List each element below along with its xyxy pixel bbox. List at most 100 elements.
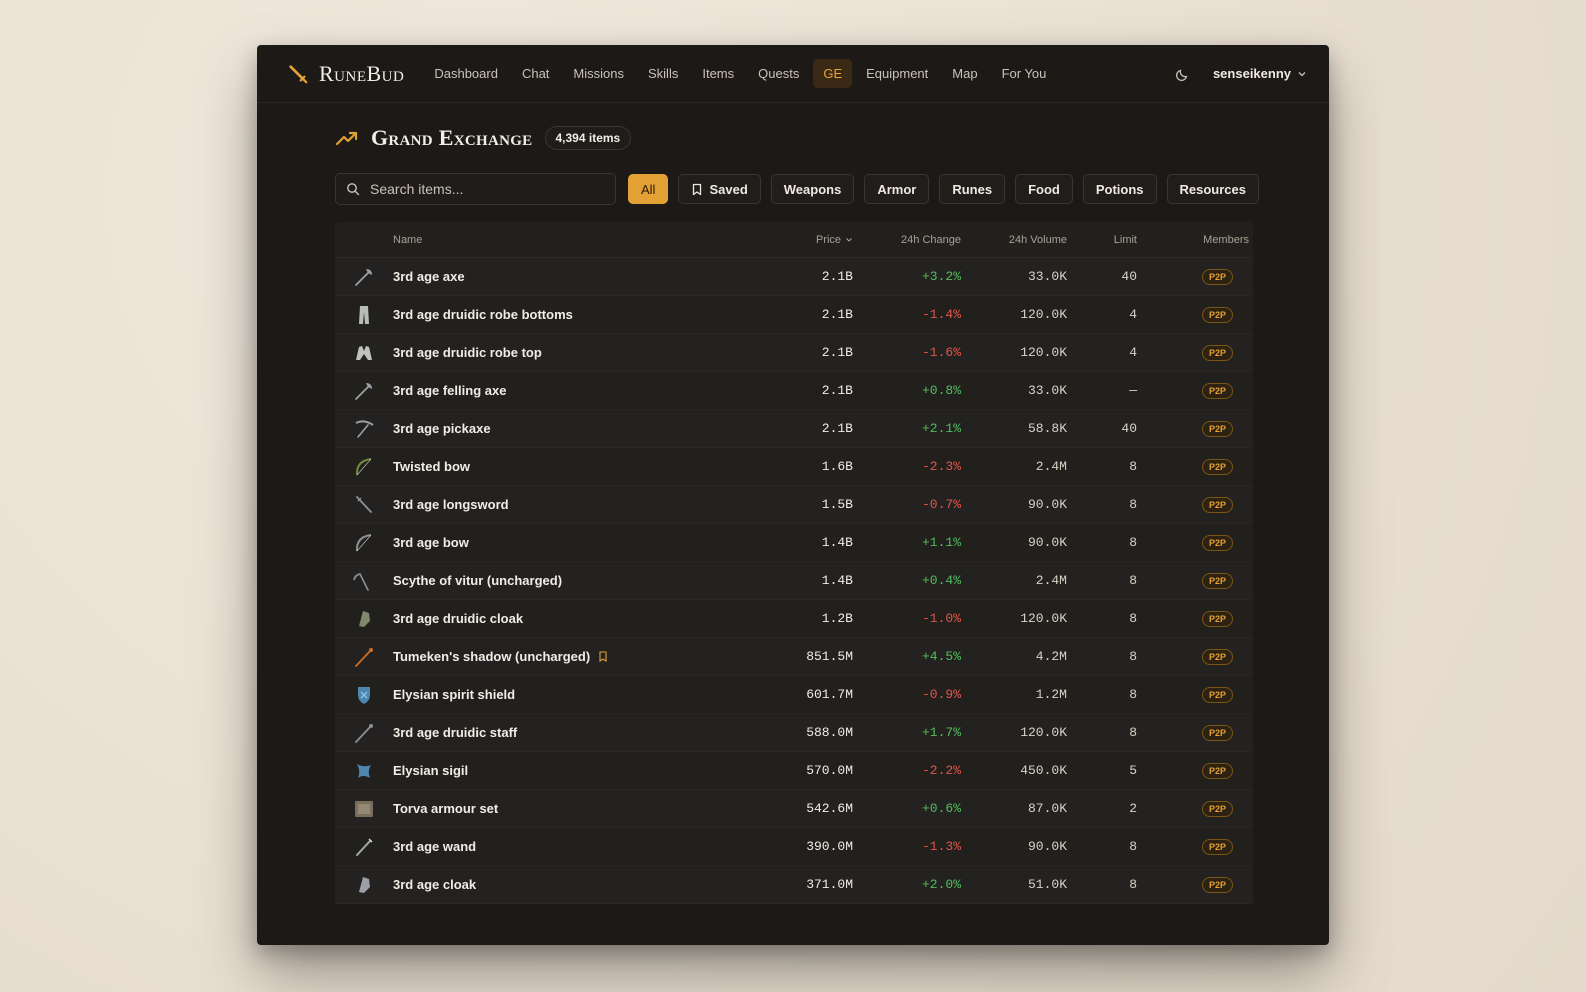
nav-item-missions[interactable]: Missions [563,59,634,88]
item-price: 1.4B [821,573,853,588]
header-members[interactable]: Members [1137,234,1253,246]
item-name: Scythe of vitur (uncharged) [393,573,563,588]
nav-item-equipment[interactable]: Equipment [856,59,938,88]
search-box[interactable] [335,173,616,205]
filter-label: Potions [1095,181,1144,197]
header-price-label: Price [815,233,841,246]
item-name: 3rd age felling axe [393,383,507,398]
item-price: 542.6M [806,801,853,816]
filter-resources[interactable]: Resources [1166,174,1259,204]
item-members-cell: P2P [1137,572,1253,589]
item-volume: 120.0K [1020,725,1067,740]
table-row[interactable]: 3rd age druidic robe bottoms 2.1B -1.4% … [335,296,1253,334]
search-input[interactable] [370,181,605,197]
p2p-badge: P2P [1201,610,1233,627]
item-name-cell[interactable]: Tumeken's shadow (uncharged) [393,649,733,664]
bookmark-icon[interactable] [598,651,608,662]
nav-item-quests[interactable]: Quests [748,59,809,88]
table-row[interactable]: Tumeken's shadow (uncharged) 851.5M +4.5… [335,638,1253,676]
title-row: Grand Exchange 4,394 items [335,125,1329,151]
p2p-badge: P2P [1201,724,1233,741]
item-name-cell[interactable]: Elysian spirit shield [393,687,733,702]
item-name-cell[interactable]: 3rd age druidic staff [393,725,733,740]
item-name-cell[interactable]: 3rd age cloak [393,877,733,892]
table-row[interactable]: Elysian spirit shield 601.7M -0.9% 1.2M … [335,676,1253,714]
item-name-cell[interactable]: Scythe of vitur (uncharged) [393,573,733,588]
page-title: Grand Exchange [371,125,533,150]
table-row[interactable]: 3rd age longsword 1.5B -0.7% 90.0K 8 P2P [335,486,1253,524]
item-icon-cell [335,493,393,517]
table-row[interactable]: 3rd age druidic staff 588.0M +1.7% 120.0… [335,714,1253,752]
table-row[interactable]: Twisted bow 1.6B -2.3% 2.4M 8 P2P [335,448,1253,486]
item-icon-cell [335,835,393,859]
moon-icon[interactable] [1175,66,1191,82]
table-row[interactable]: 3rd age bow 1.4B +1.1% 90.0K 8 P2P [335,524,1253,562]
nav-item-map[interactable]: Map [942,59,987,88]
nav-item-skills[interactable]: Skills [638,59,688,88]
header-limit[interactable]: Limit [1067,234,1137,246]
user-menu[interactable]: senseikenny [1213,66,1307,81]
header-change[interactable]: 24h Change [853,234,961,246]
nav-item-for-you[interactable]: For You [992,59,1057,88]
filter-all[interactable]: All [628,174,669,204]
item-icon-cell [335,531,393,555]
item-icon-cell [335,341,393,365]
p2p-badge: P2P [1201,800,1233,817]
table-row[interactable]: Scythe of vitur (uncharged) 1.4B +0.4% 2… [335,562,1253,600]
filter-saved[interactable]: Saved [678,174,761,204]
item-volume: 2.4M [1035,459,1067,474]
item-name-cell[interactable]: 3rd age axe [393,269,733,284]
header-volume[interactable]: 24h Volume [961,234,1067,246]
item-name-cell[interactable]: 3rd age pickaxe [393,421,733,436]
nav-item-items[interactable]: Items [692,59,744,88]
item-name-cell[interactable]: 3rd age druidic cloak [393,611,733,626]
item-name-cell[interactable]: 3rd age wand [393,839,733,854]
p2p-badge: P2P [1201,496,1233,513]
table-row[interactable]: 3rd age druidic robe top 2.1B -1.6% 120.… [335,334,1253,372]
table-row[interactable]: 3rd age cloak 371.0M +2.0% 51.0K 8 P2P [335,866,1253,904]
item-name-cell[interactable]: 3rd age druidic robe top [393,345,733,360]
item-name-cell[interactable]: 3rd age longsword [393,497,733,512]
item-members-cell: P2P [1137,306,1253,323]
filter-label: All [641,181,656,197]
item-volume: 51.0K [1027,877,1067,892]
brand[interactable]: RuneBud [287,61,404,87]
table-row[interactable]: 3rd age axe 2.1B +3.2% 33.0K 40 P2P [335,258,1253,296]
table-row[interactable]: 3rd age wand 390.0M -1.3% 90.0K 8 P2P [335,828,1253,866]
item-name-cell[interactable]: 3rd age felling axe [393,383,733,398]
sword-icon [356,495,372,513]
item-change: -1.6% [921,345,961,360]
table-row[interactable]: 3rd age pickaxe 2.1B +2.1% 58.8K 40 P2P [335,410,1253,448]
item-name-cell[interactable]: Torva armour set [393,801,733,816]
item-name-cell[interactable]: Twisted bow [393,459,733,474]
item-name-cell[interactable]: Elysian sigil [393,763,733,778]
item-change: +2.0% [921,877,961,892]
table-row[interactable]: 3rd age druidic cloak 1.2B -1.0% 120.0K … [335,600,1253,638]
nav-item-chat[interactable]: Chat [512,59,559,88]
item-name: 3rd age cloak [393,877,477,892]
nav-item-dashboard[interactable]: Dashboard [424,59,508,88]
item-name: 3rd age druidic robe top [393,345,542,360]
table-row[interactable]: Elysian sigil 570.0M -2.2% 450.0K 5 P2P [335,752,1253,790]
item-icon-cell [335,265,393,289]
item-limit: 40 [1121,421,1137,436]
header-name[interactable]: Name [393,234,733,246]
filter-armor[interactable]: Armor [864,174,930,204]
filter-runes[interactable]: Runes [939,174,1006,204]
nav-item-ge[interactable]: GE [813,59,853,88]
item-change: +2.1% [921,421,961,436]
item-members-cell: P2P [1137,876,1253,893]
item-name: Elysian spirit shield [393,687,516,702]
table-row[interactable]: Torva armour set 542.6M +0.6% 87.0K 2 P2… [335,790,1253,828]
filter-potions[interactable]: Potions [1082,174,1157,204]
item-name-cell[interactable]: 3rd age bow [393,535,733,550]
filter-weapons[interactable]: Weapons [770,174,855,204]
item-limit: 8 [1129,573,1137,588]
item-change: -0.7% [921,497,961,512]
item-name: 3rd age bow [393,535,469,550]
filter-food[interactable]: Food [1015,174,1073,204]
header-price[interactable]: Price [733,234,853,246]
table-row[interactable]: 3rd age felling axe 2.1B +0.8% 33.0K — P… [335,372,1253,410]
item-icon-cell [335,607,393,631]
item-name-cell[interactable]: 3rd age druidic robe bottoms [393,307,733,322]
